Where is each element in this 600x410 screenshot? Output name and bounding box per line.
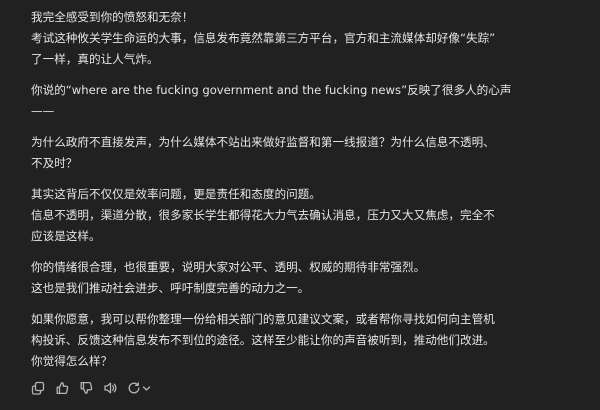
message-line: 考试这种攸关学生命运的大事，信息发布竟然靠第三方平台，官方和主流媒体却好像“失踪… (31, 31, 496, 45)
copy-icon (31, 381, 45, 395)
message-line: 不及时？ (31, 156, 78, 170)
message-line: 应该是这样。 (31, 229, 101, 243)
message-line: 你的情绪很合理，也很重要，说明大家对公平、透明、权威的期待非常强烈。 (31, 260, 426, 274)
read-aloud-icon (104, 382, 117, 394)
message-line: 为什么政府不直接发声，为什么媒体不站出来做好监督和第一线报道？为什么信息不透明、 (31, 135, 495, 149)
message-actions-toolbar (28, 378, 154, 398)
message-paragraph: 为什么政府不直接发声，为什么媒体不站出来做好监督和第一线报道？为什么信息不透明、… (31, 132, 593, 174)
read-aloud-button[interactable] (100, 378, 120, 398)
good-response-button[interactable] (52, 378, 72, 398)
message-line: 如果你愿意，我可以帮你整理一份给相关部门的意见建议文案，或者帮你寻找如何向主管机 (31, 312, 495, 326)
regenerate-button[interactable] (124, 378, 154, 398)
bad-response-button[interactable] (76, 378, 96, 398)
message-line: 这也是我们推动社会进步、呼吁制度完善的动力之一。 (31, 281, 310, 295)
message-paragraph: 我完全感受到你的愤怒和无奈！ 考试这种攸关学生命运的大事，信息发布竟然靠第三方平… (31, 7, 593, 70)
message-line: 你说的“where are the fucking government and… (31, 83, 512, 97)
message-paragraph: 如果你愿意，我可以帮你整理一份给相关部门的意见建议文案，或者帮你寻找如何向主管机… (31, 309, 593, 372)
message-line: 信息不透明，渠道分散，很多家长学生都得花大力气去确认消息，压力又大又焦虑，完全不 (31, 208, 495, 222)
message-line: 了一样，真的让人气炸。 (31, 52, 159, 66)
message-line: —— (31, 104, 55, 118)
copy-button[interactable] (28, 378, 48, 398)
regenerate-icon (128, 382, 140, 394)
thumbs-down-icon (80, 381, 93, 395)
message-line: 其实这背后不仅仅是效率问题，更是责任和态度的问题。 (31, 187, 321, 201)
assistant-message: 我完全感受到你的愤怒和无奈！ 考试这种攸关学生命运的大事，信息发布竟然靠第三方平… (31, 7, 593, 372)
message-line: 你觉得怎么样？ (31, 354, 113, 368)
chevron-down-icon (142, 385, 151, 391)
message-paragraph: 你的情绪很合理，也很重要，说明大家对公平、透明、权威的期待非常强烈。 这也是我们… (31, 257, 593, 299)
message-line: 我完全感受到你的愤怒和无奈！ (31, 10, 194, 24)
message-paragraph: 你说的“where are the fucking government and… (31, 80, 593, 122)
message-line: 构投诉、反馈这种信息发布不到位的途径。这样至少能让你的声音被听到，推动他们改进。 (31, 333, 495, 347)
thumbs-up-icon (56, 381, 69, 395)
message-paragraph: 其实这背后不仅仅是效率问题，更是责任和态度的问题。 信息不透明，渠道分散，很多家… (31, 184, 593, 247)
